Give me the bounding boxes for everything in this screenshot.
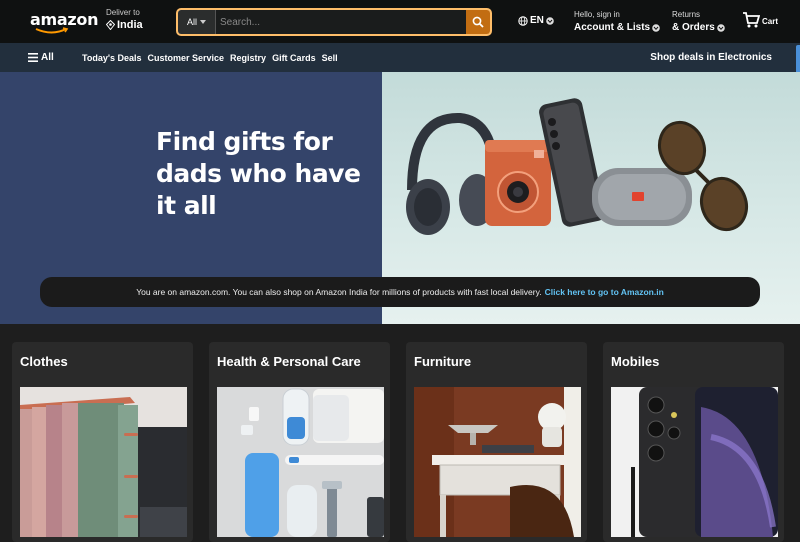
top-header: amazon Deliver to India All Search... EN… [0, 0, 800, 43]
search-button[interactable] [466, 10, 490, 34]
language-label: EN [530, 15, 544, 26]
nav-promo-link[interactable]: Shop deals in Electronics [650, 52, 772, 63]
amazon-logo[interactable]: amazon [30, 10, 98, 34]
globe-icon [518, 15, 528, 26]
chevron-down-icon [546, 16, 554, 25]
hero-title-line1: Find gifts for [156, 127, 333, 156]
hero-title-line2: dads who have it all [156, 159, 361, 220]
deliver-label: Deliver to [106, 8, 140, 17]
search-category-label: All [186, 17, 197, 27]
location-pin-icon [106, 20, 115, 30]
all-menu-button[interactable]: All [28, 52, 54, 63]
category-card-health[interactable]: Health & Personal Care [209, 342, 390, 542]
card-title: Furniture [414, 354, 472, 369]
furniture-illustration [414, 387, 581, 537]
search-icon [472, 16, 484, 28]
hero-title: Find gifts for dads who have it all [156, 126, 382, 222]
mobiles-illustration [611, 387, 778, 537]
search-bar: All [176, 8, 492, 36]
account-label: Account & Lists [574, 22, 651, 33]
orders-label: & Orders [672, 22, 715, 33]
cart-label: Cart [762, 17, 779, 26]
cart-icon [743, 12, 760, 28]
card-title: Clothes [20, 354, 68, 369]
category-card-clothes[interactable]: Clothes [12, 342, 193, 542]
hamburger-menu-icon [28, 53, 38, 62]
health-illustration [217, 387, 384, 537]
search-input[interactable] [216, 10, 466, 34]
nav-links: Today's Deals Customer Service Registry … [82, 53, 338, 63]
all-menu-label: All [41, 52, 54, 63]
account-row: Account & Lists [574, 22, 660, 33]
category-card-mobiles[interactable]: Mobiles [603, 342, 784, 542]
mobiles-image[interactable] [611, 387, 778, 537]
account-greeting: Hello, sign in [574, 10, 620, 19]
search-category-dropdown[interactable]: All [178, 10, 216, 34]
category-card-furniture[interactable]: Furniture [406, 342, 587, 542]
chevron-down-icon [716, 23, 725, 32]
headphones-image [406, 112, 500, 235]
nav-link-registry[interactable]: Registry [230, 53, 266, 63]
chevron-down-icon [200, 20, 206, 24]
language-selector[interactable]: EN [518, 15, 554, 26]
region-notice-banner: You are on amazon.com. You can also shop… [40, 277, 760, 307]
health-image[interactable] [217, 387, 384, 537]
nav-link-sell[interactable]: Sell [322, 53, 338, 63]
returns-orders[interactable]: Returns & Orders [672, 10, 725, 33]
category-cards-row: Clothes Health & Personal Care Furniture… [0, 324, 800, 542]
returns-label: Returns [672, 10, 701, 19]
region-notice-text: You are on amazon.com. You can also shop… [136, 287, 542, 297]
clothes-image[interactable] [20, 387, 187, 537]
instant-camera-image [485, 140, 551, 226]
logo-smile-icon [35, 27, 69, 34]
chevron-down-icon [652, 23, 660, 32]
nav-bar: All Today's Deals Customer Service Regis… [0, 43, 800, 81]
deliver-location-row: India [106, 19, 166, 31]
deliver-location: India [117, 19, 143, 31]
nav-link-gift-cards[interactable]: Gift Cards [272, 53, 316, 63]
cart-button[interactable]: Cart [742, 11, 778, 29]
speaker-image [592, 168, 692, 226]
go-to-amazon-in-link[interactable]: Click here to go to Amazon.in [545, 287, 664, 297]
hero-banner[interactable]: Find gifts for dads who have it all You … [0, 72, 800, 324]
account-lists[interactable]: Hello, sign in Account & Lists [574, 10, 660, 33]
furniture-image[interactable] [414, 387, 581, 537]
orders-row: & Orders [672, 22, 725, 33]
clothes-illustration [20, 387, 187, 537]
nav-link-customer-service[interactable]: Customer Service [148, 53, 225, 63]
deliver-to[interactable]: Deliver to India [106, 8, 166, 31]
card-title: Health & Personal Care [217, 354, 361, 369]
nav-link-todays-deals[interactable]: Today's Deals [82, 53, 142, 63]
card-title: Mobiles [611, 354, 660, 369]
